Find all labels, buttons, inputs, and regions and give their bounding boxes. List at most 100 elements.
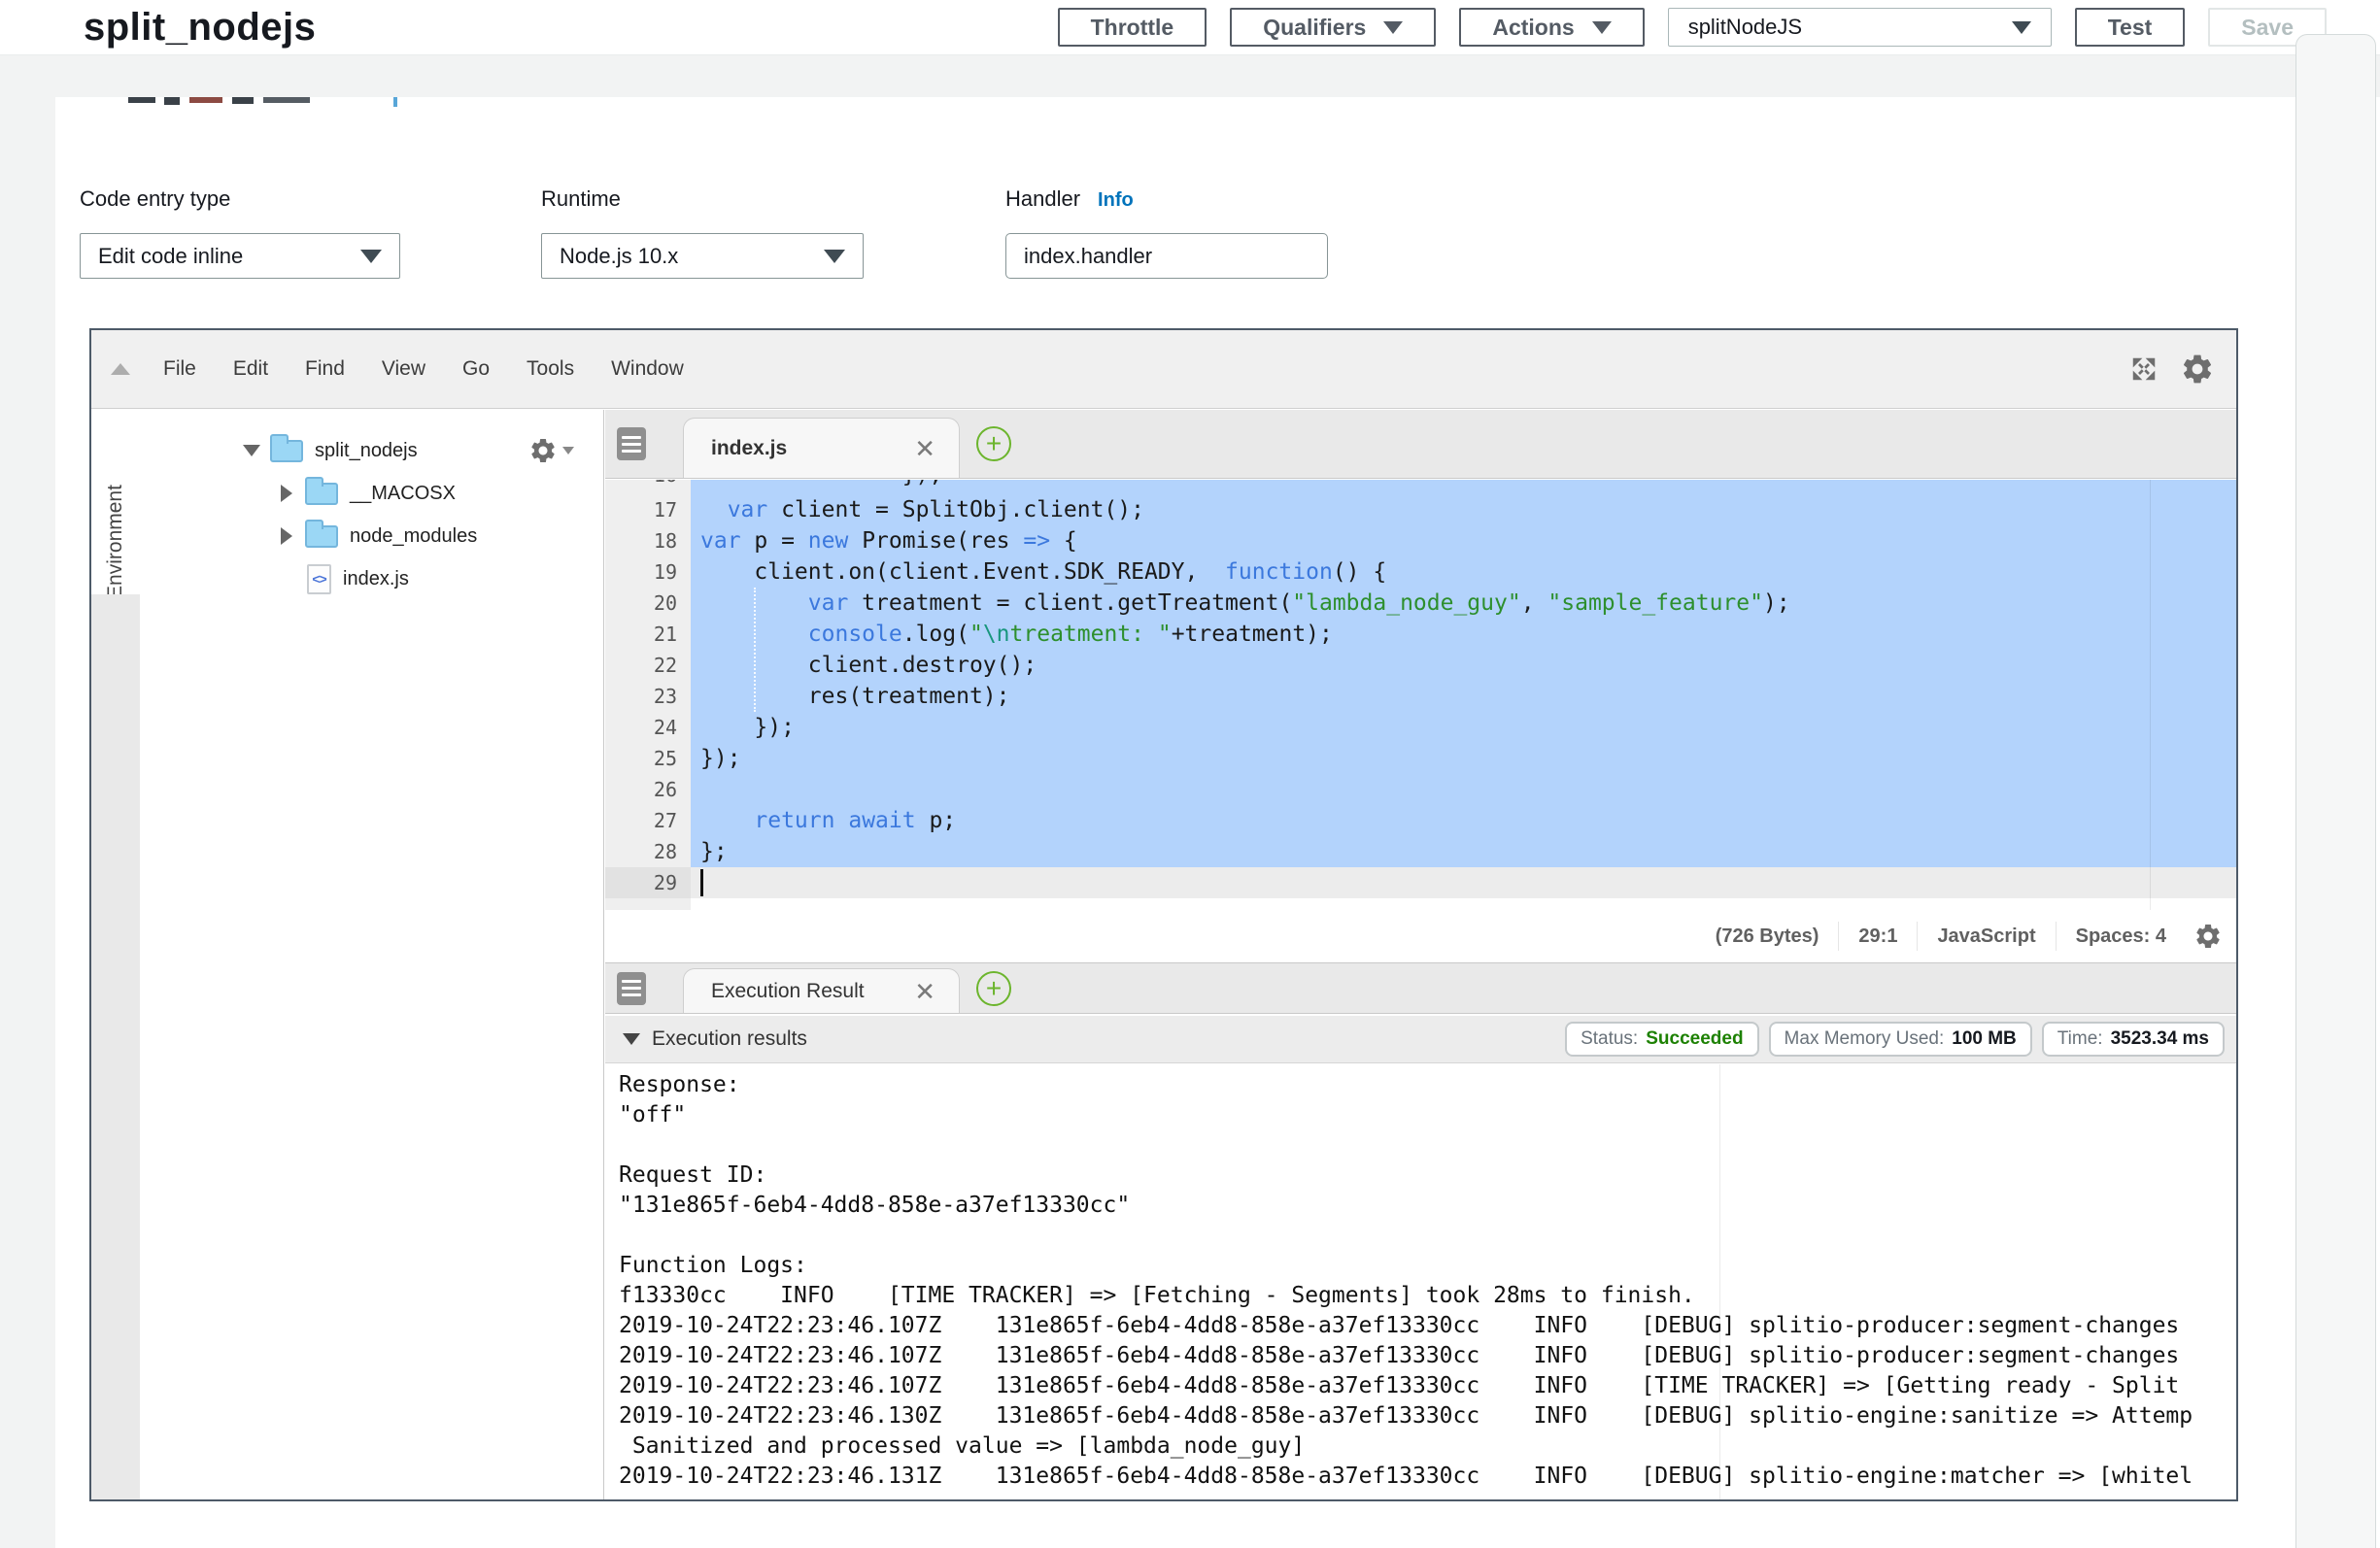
- tree-item-label: index.js: [343, 568, 409, 590]
- folder-icon: [305, 525, 338, 548]
- throttle-label: Throttle: [1091, 15, 1174, 41]
- handler-info-link[interactable]: Info: [1098, 189, 1134, 212]
- test-event-select[interactable]: splitNodeJS: [1668, 8, 2052, 47]
- menu-file[interactable]: File: [163, 357, 196, 381]
- add-tab-icon[interactable]: +: [976, 971, 1011, 1006]
- handler-field: Handler Info: [1005, 186, 1328, 279]
- code-line-27: return await p;: [700, 805, 956, 836]
- status-bar-gear-icon[interactable]: [2193, 922, 2223, 951]
- actions-button[interactable]: Actions: [1459, 8, 1644, 47]
- execution-log: Response: "off" Request ID: "131e865f-6e…: [605, 1064, 2236, 1492]
- status-item: (726 Bytes): [1696, 922, 1839, 951]
- header-actions: Throttle Qualifiers Actions splitNodeJS …: [1058, 8, 2327, 47]
- tab-index-js[interactable]: index.js ✕: [683, 418, 960, 478]
- code-line-22: client.destroy();: [700, 650, 1037, 681]
- menu-edit[interactable]: Edit: [233, 357, 268, 381]
- tab-execution-result-label: Execution Result: [711, 980, 865, 1003]
- environment-tab-label: Environment: [104, 485, 127, 599]
- test-event-value: splitNodeJS: [1688, 15, 1802, 40]
- add-tab-icon[interactable]: +: [976, 426, 1011, 461]
- editor-menubar: File Edit Find View Go Tools Window: [91, 330, 2236, 409]
- code-line-19: client.on(client.Event.SDK_READY, functi…: [700, 556, 1386, 588]
- folder-icon: [305, 483, 338, 505]
- badge-max-memory-used: Max Memory Used:100 MB: [1769, 1022, 2032, 1057]
- menu-window[interactable]: Window: [611, 357, 684, 381]
- menu-tools[interactable]: Tools: [527, 357, 574, 381]
- code-line-28: };: [700, 836, 728, 867]
- tree-item-node-modules[interactable]: node_modules: [140, 515, 603, 557]
- handler-input[interactable]: [1005, 233, 1328, 279]
- code-entry-type-label: Code entry type: [80, 186, 400, 212]
- close-icon[interactable]: ✕: [914, 436, 935, 461]
- test-button[interactable]: Test: [2075, 8, 2186, 47]
- code-entry-type-value: Edit code inline: [98, 244, 243, 269]
- qualifiers-button[interactable]: Qualifiers: [1230, 8, 1436, 47]
- chevron-down-icon: [360, 250, 382, 263]
- tree-expand-icon[interactable]: [276, 527, 297, 545]
- line-number: 22: [605, 650, 677, 681]
- line-number: 17: [605, 494, 677, 525]
- menu-view[interactable]: View: [382, 357, 425, 381]
- line-number: 24: [605, 712, 677, 743]
- line-number: 28: [605, 836, 677, 867]
- qualifiers-label: Qualifiers: [1263, 15, 1366, 41]
- code-line-18: var p = new Promise(res => {: [700, 525, 1077, 556]
- status-item: 29:1: [1838, 922, 1917, 951]
- page-title: split_nodejs: [84, 6, 316, 50]
- collapse-panel-icon[interactable]: [111, 363, 130, 375]
- code-line-24: });: [700, 712, 795, 743]
- project-settings-gear-icon[interactable]: [528, 436, 574, 465]
- tree-item-label: __MACOSX: [350, 483, 456, 505]
- editor-status-bar: (726 Bytes)29:1JavaScriptSpaces: 4: [605, 910, 2236, 962]
- menu-go[interactable]: Go: [462, 357, 490, 381]
- test-label: Test: [2108, 15, 2153, 41]
- file-tree: split_nodejs __MACOSX node_modules <> index.…: [140, 410, 604, 1499]
- result-badges: Status:Succeeded Max Memory Used:100 MB Ti…: [1565, 1022, 2225, 1057]
- status-item: Spaces: 4: [2056, 922, 2186, 951]
- editor-column: index.js ✕ + 161718192021222324252627282…: [605, 410, 2236, 1499]
- execution-results-header: Execution results Status:SucceededMax Me…: [605, 1016, 2236, 1063]
- active-line-highlight: [691, 867, 2236, 898]
- code-entry-type-select[interactable]: Edit code inline: [80, 233, 400, 279]
- chevron-down-icon: [1383, 21, 1403, 34]
- code-line-21: console.log("\ntreatment: "+treatment);: [700, 619, 1333, 650]
- status-item: JavaScript: [1917, 922, 2055, 951]
- code-editor[interactable]: 1617181920212223242526272829 }); var cli…: [605, 480, 2236, 910]
- badge-status: Status:Succeeded: [1565, 1022, 1758, 1057]
- runtime-label: Runtime: [541, 186, 864, 212]
- throttle-button[interactable]: Throttle: [1058, 8, 1207, 47]
- print-margin-line: [1719, 1064, 1720, 1499]
- close-icon[interactable]: ✕: [914, 979, 935, 1004]
- page-scrollbar[interactable]: [2295, 34, 2376, 1548]
- line-number: 23: [605, 681, 677, 712]
- badge-time: Time:3523.34 ms: [2042, 1022, 2225, 1057]
- print-margin-line: [2150, 480, 2151, 910]
- runtime-select[interactable]: Node.js 10.x: [541, 233, 864, 279]
- line-number: 26: [605, 774, 677, 805]
- function-header: split_nodejs Throttle Qualifiers Actions…: [0, 0, 2380, 55]
- tab-list-icon[interactable]: [617, 972, 646, 1005]
- fullscreen-icon[interactable]: [2129, 354, 2159, 384]
- tree-expand-icon[interactable]: [276, 485, 297, 502]
- line-number: 27: [605, 805, 677, 836]
- collapse-results-icon[interactable]: [623, 1033, 640, 1045]
- chevron-down-icon: [824, 250, 845, 263]
- sidebar-strip-lower: [91, 594, 140, 1499]
- tree-collapse-icon[interactable]: [241, 445, 262, 456]
- js-file-icon: <>: [307, 564, 331, 594]
- runtime-field: Runtime Node.js 10.x: [541, 186, 864, 279]
- code-entry-type-field: Code entry type Edit code inline: [80, 186, 400, 279]
- tree-item--macosx[interactable]: __MACOSX: [140, 472, 603, 515]
- tab-execution-result[interactable]: Execution Result ✕: [683, 968, 960, 1013]
- line-number: 20: [605, 588, 677, 619]
- execution-log-area: Response: "off" Request ID: "131e865f-6e…: [605, 1064, 2236, 1499]
- line-number: 16: [605, 480, 677, 490]
- code-line-17: var client = SplitObj.client();: [700, 494, 1144, 525]
- tab-list-icon[interactable]: [617, 427, 646, 460]
- editor-menus: File Edit Find View Go Tools Window: [163, 357, 684, 381]
- editor-settings-gear-icon[interactable]: [2180, 352, 2215, 387]
- menu-find[interactable]: Find: [305, 357, 345, 381]
- text-cursor: [700, 869, 703, 896]
- tree-item-split-nodejs[interactable]: split_nodejs: [140, 429, 603, 472]
- tree-item-index-js[interactable]: <> index.js: [140, 557, 603, 600]
